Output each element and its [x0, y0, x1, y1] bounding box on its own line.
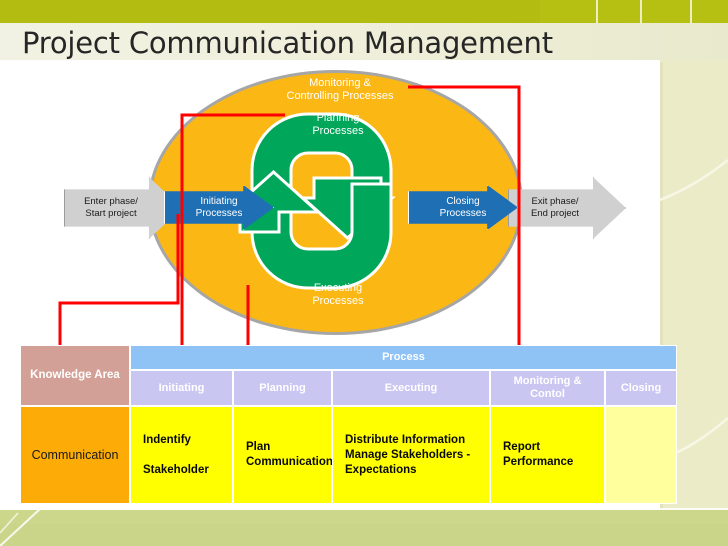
exit-phase-arrow: Exit phase/ End project	[508, 177, 626, 239]
table-row: Communication Indentify Stakeholder Plan…	[20, 406, 677, 504]
top-olive-band-right	[540, 0, 728, 23]
cell-closing	[605, 406, 677, 504]
decor-hairline-1	[596, 0, 598, 23]
executing-label: Executing Processes	[312, 282, 364, 307]
header-executing: Executing	[332, 370, 490, 406]
header-monitoring-control: Monitoring & Contol	[490, 370, 605, 406]
decor-hairline-3	[690, 0, 692, 23]
knowledge-area-process-table: Knowledge Area Process Initiating Planni…	[20, 345, 677, 504]
header-closing: Closing	[605, 370, 677, 406]
monitoring-label: Monitoring & Controlling Processes	[286, 77, 394, 102]
row-area-communication: Communication	[20, 406, 130, 504]
cell-initiating: Indentify Stakeholder	[130, 406, 233, 504]
table-header-row-1: Knowledge Area Process Initiating Planni…	[20, 345, 677, 406]
page-title: Project Communication Management	[22, 26, 553, 60]
header-process: Process	[130, 345, 677, 370]
process-group-diagram: Monitoring & Controlling Processes Plann…	[0, 60, 660, 345]
cell-planning: Plan Communication	[233, 406, 333, 504]
cell-executing: Distribute Information Manage Stakeholde…	[332, 406, 490, 504]
header-initiating: Initiating	[130, 370, 233, 406]
slide-canvas: Project Communication Management Monitor…	[0, 0, 728, 546]
footer-band-inner	[0, 524, 728, 546]
planning-label: Planning Processes	[312, 112, 364, 137]
cell-monitoring-control: Report Performance	[490, 406, 605, 504]
table-header-row-2: Initiating Planning Executing Monitoring…	[130, 370, 677, 406]
decor-hairline-2	[640, 0, 642, 23]
header-knowledge-area: Knowledge Area	[20, 345, 130, 406]
header-planning: Planning	[233, 370, 332, 406]
